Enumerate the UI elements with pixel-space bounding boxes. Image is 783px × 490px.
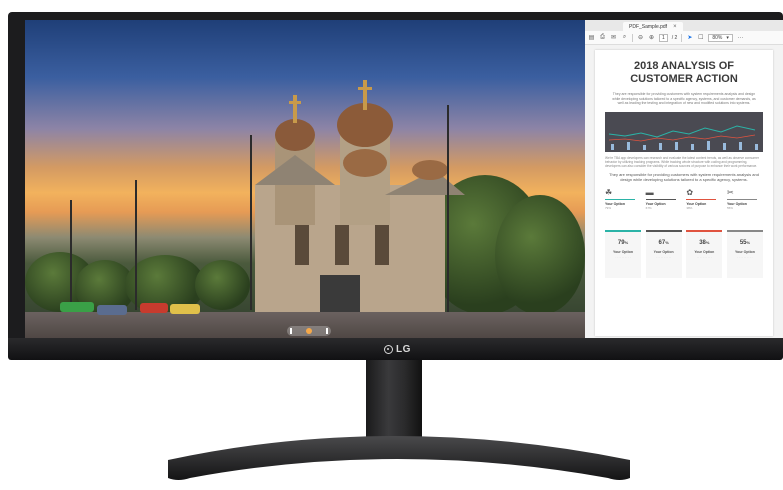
street-lamp: [70, 200, 72, 310]
lg-logo-icon: [384, 345, 393, 354]
option-rule: [686, 199, 717, 200]
pdf-page: 2018 ANALYSIS OF CUSTOMER ACTION They ar…: [595, 50, 773, 336]
stats-row: 79% Your Option · · · · · · · · · · 67% …: [605, 230, 763, 278]
title-line-1: 2018 ANALYSIS OF: [633, 60, 735, 72]
search-icon[interactable]: ⌕: [621, 34, 628, 41]
option-item: ☘ Your Option 79%: [605, 188, 641, 210]
option-rule: [726, 199, 757, 200]
close-icon[interactable]: ×: [673, 24, 677, 30]
stat-description: · · · · · · · · · ·: [737, 255, 753, 259]
stat-description: · · · · · · · · · ·: [656, 255, 672, 259]
body-paragraph: We're TBA app developers can research an…: [605, 156, 759, 168]
page-up-icon[interactable]: ⊖: [637, 34, 644, 41]
stat-card: 38% Your Option · · · · · · · · · ·: [686, 230, 723, 278]
toolbar-divider: [632, 33, 633, 42]
stat-label: Your Option: [613, 249, 633, 254]
leaf-icon: ☘: [605, 188, 613, 197]
subheading: They are responsible for providing custo…: [609, 172, 759, 182]
tree: [495, 195, 585, 315]
option-percent: 67%: [645, 206, 652, 210]
stat-bar: [686, 230, 723, 232]
cathedral: [255, 80, 465, 315]
indicator-bar: [290, 328, 292, 334]
option-item: ✂ Your Option 55%: [726, 188, 763, 210]
option-rule: [605, 199, 635, 200]
stat-card: 67% Your Option · · · · · · · · · ·: [645, 230, 682, 278]
monitor-screen: PDF_Sample.pdf × ▤ ⎙ ✉ ⌕ ⊖ ⊕ 1 / 2 ➤ ☐ 8…: [25, 20, 783, 340]
stat-label: Your Option: [653, 249, 674, 254]
zoom-select[interactable]: 80% ▾: [708, 33, 733, 42]
car: [97, 305, 127, 315]
option-percent: 38%: [686, 206, 693, 210]
street-lamp: [250, 135, 252, 310]
document-title: 2018 ANALYSIS OF CUSTOMER ACTION: [595, 60, 773, 86]
stat-value: 38%: [699, 239, 710, 246]
cursor-icon[interactable]: ➤: [686, 34, 693, 41]
option-percent: 79%: [605, 206, 612, 210]
wallpaper-photo: [25, 20, 585, 340]
indicator-dot: [306, 328, 312, 334]
stat-label: Your Option: [694, 249, 715, 254]
car: [140, 303, 168, 313]
tools-icon: ✂: [726, 188, 734, 197]
title-line-2: CUSTOMER ACTION: [630, 73, 738, 85]
option-percent: 55%: [726, 206, 733, 210]
stat-value: 67%: [658, 239, 669, 246]
tab-title: PDF_Sample.pdf: [629, 23, 668, 30]
stat-bar: [645, 230, 682, 232]
page-total: / 2: [671, 34, 678, 41]
save-icon[interactable]: ▤: [588, 34, 595, 41]
print-icon[interactable]: ⎙: [599, 34, 606, 41]
street-lamp: [135, 180, 137, 310]
page-down-icon[interactable]: ⊕: [648, 34, 655, 41]
tab-bar: PDF_Sample.pdf ×: [585, 20, 783, 31]
options-row: ☘ Your Option 79% ▬ Your Option 67% ✿ Yo…: [605, 188, 763, 210]
stat-description: · · · · · · · · · ·: [696, 255, 712, 259]
option-rule: [645, 199, 676, 200]
monitor-stand-base: [168, 436, 630, 480]
indicator-bar: [326, 328, 328, 334]
stat-description: · · · · · · · · · ·: [615, 255, 631, 259]
more-icon[interactable]: ···: [737, 34, 744, 41]
stat-value: 79%: [617, 239, 629, 246]
stat-value: 55%: [739, 239, 751, 246]
car: [60, 302, 94, 312]
toolbar-divider: [681, 33, 683, 42]
page-number-input[interactable]: 1: [659, 33, 668, 42]
zoom-value: 80%: [712, 34, 723, 41]
tab-pdf-sample[interactable]: PDF_Sample.pdf ×: [623, 22, 683, 31]
monitor-icon: ▬: [645, 188, 654, 197]
gear-icon: ✿: [686, 188, 694, 197]
street-lamp: [447, 105, 449, 315]
option-item: ✿ Your Option 38%: [686, 188, 722, 210]
hand-icon[interactable]: ☐: [697, 34, 704, 41]
stat-card: 79% Your Option · · · · · · · · · ·: [605, 230, 641, 278]
stat-label: Your Option: [734, 249, 755, 254]
chevron-down-icon: ▾: [726, 34, 729, 41]
car: [170, 304, 200, 314]
intro-paragraph: They are responsible for providing custo…: [612, 92, 756, 105]
brand-name: LG: [396, 344, 411, 355]
stat-bar: [726, 230, 763, 232]
option-item: ▬ Your Option 67%: [645, 188, 682, 210]
line-chart-image: [605, 112, 763, 152]
brand-logo: LG: [384, 344, 411, 355]
stat-card: 55% Your Option · · · · · · · · · ·: [726, 230, 763, 278]
pdf-viewer: PDF_Sample.pdf × ▤ ⎙ ✉ ⌕ ⊖ ⊕ 1 / 2 ➤ ☐ 8…: [585, 20, 783, 340]
mail-icon[interactable]: ✉: [610, 34, 617, 41]
pdf-toolbar: ▤ ⎙ ✉ ⌕ ⊖ ⊕ 1 / 2 ➤ ☐ 80% ▾ ···: [585, 31, 783, 45]
screen-split-indicator[interactable]: [287, 326, 331, 336]
stat-bar: [605, 230, 641, 232]
